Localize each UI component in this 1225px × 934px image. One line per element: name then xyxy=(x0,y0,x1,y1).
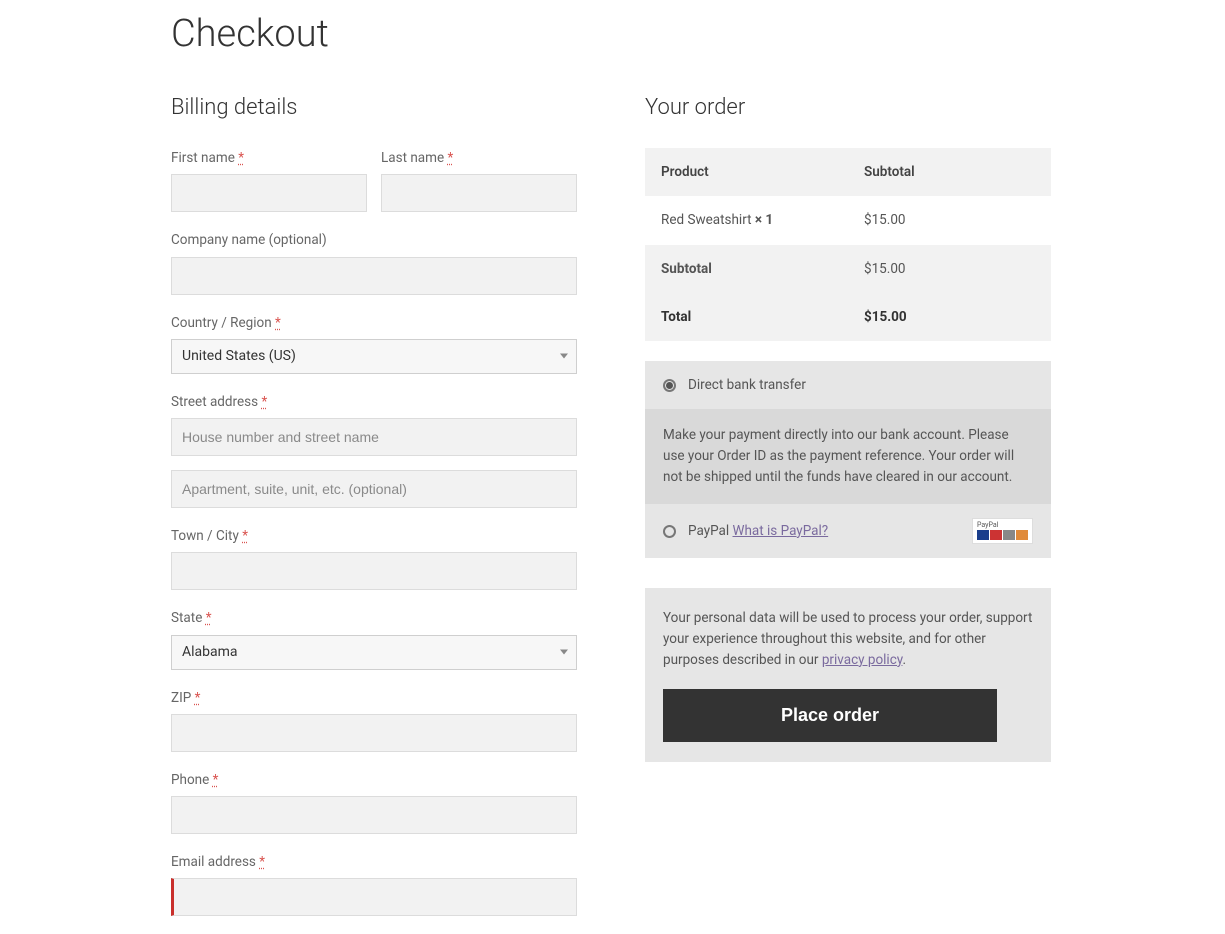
order-header-product: Product xyxy=(645,148,848,196)
required-icon: * xyxy=(213,772,219,788)
phone-label: Phone * xyxy=(171,770,577,790)
last-name-input[interactable] xyxy=(381,174,577,212)
order-total-label: Total xyxy=(645,293,848,341)
required-icon: * xyxy=(242,528,248,544)
country-label: Country / Region * xyxy=(171,313,577,333)
country-select[interactable]: United States (US) xyxy=(171,339,577,374)
privacy-policy-link[interactable]: privacy policy xyxy=(822,652,903,668)
payment-bacs-label: Direct bank transfer xyxy=(688,375,806,395)
payment-paypal-label: PayPal xyxy=(688,523,733,539)
state-label: State * xyxy=(171,608,577,628)
discover-icon xyxy=(1016,530,1028,540)
order-item-row: Red Sweatshirt × 1 $15.00 xyxy=(645,196,1051,244)
order-item-subtotal: $15.00 xyxy=(848,196,1051,244)
payment-methods: Direct bank transfer Make your payment d… xyxy=(645,361,1051,558)
order-subtotal-value: $15.00 xyxy=(848,245,1051,293)
radio-icon xyxy=(663,525,676,538)
payment-option-paypal[interactable]: PayPal What is PayPal? PayPal xyxy=(645,504,1051,558)
city-label: Town / City * xyxy=(171,526,577,546)
order-header-subtotal: Subtotal xyxy=(848,148,1051,196)
street-input[interactable] xyxy=(171,418,577,456)
place-order-button[interactable]: Place order xyxy=(663,689,997,742)
city-input[interactable] xyxy=(171,552,577,590)
phone-input[interactable] xyxy=(171,796,577,834)
zip-label: ZIP * xyxy=(171,688,577,708)
order-table: Product Subtotal Red Sweatshirt × 1 $15.… xyxy=(645,148,1051,341)
required-icon: * xyxy=(261,394,267,410)
required-icon: * xyxy=(195,690,201,706)
billing-heading: Billing details xyxy=(171,91,577,124)
order-item-name: Red Sweatshirt × 1 xyxy=(645,196,848,244)
order-subtotal-row: Subtotal $15.00 xyxy=(645,245,1051,293)
street-label: Street address * xyxy=(171,392,577,412)
email-label: Email address * xyxy=(171,852,577,872)
last-name-label: Last name * xyxy=(381,148,577,168)
payment-option-bacs[interactable]: Direct bank transfer xyxy=(645,361,1051,409)
order-total-value: $15.00 xyxy=(848,293,1051,341)
page-title: Checkout xyxy=(171,6,1031,63)
country-selected-value: United States (US) xyxy=(182,348,296,364)
company-label: Company name (optional) xyxy=(171,230,577,250)
radio-icon xyxy=(663,379,676,392)
visa-icon xyxy=(977,530,989,540)
street2-input[interactable] xyxy=(171,470,577,508)
required-icon: * xyxy=(448,150,454,166)
required-icon: * xyxy=(206,610,212,626)
payment-bacs-description: Make your payment directly into our bank… xyxy=(645,409,1051,504)
privacy-text: Your personal data will be used to proce… xyxy=(663,608,1033,671)
zip-input[interactable] xyxy=(171,714,577,752)
state-selected-value: Alabama xyxy=(182,644,238,660)
place-order-box: Your personal data will be used to proce… xyxy=(645,588,1051,762)
company-input[interactable] xyxy=(171,257,577,295)
required-icon: * xyxy=(259,854,265,870)
paypal-card-icons: PayPal xyxy=(972,518,1033,544)
state-select[interactable]: Alabama xyxy=(171,635,577,670)
order-subtotal-label: Subtotal xyxy=(645,245,848,293)
mastercard-icon xyxy=(990,530,1002,540)
email-input[interactable] xyxy=(171,878,577,916)
what-is-paypal-link[interactable]: What is PayPal? xyxy=(733,523,829,539)
amex-icon xyxy=(1003,530,1015,540)
order-heading: Your order xyxy=(645,91,1051,124)
order-item-qty: × 1 xyxy=(755,212,773,228)
order-total-row: Total $15.00 xyxy=(645,293,1051,341)
first-name-input[interactable] xyxy=(171,174,367,212)
first-name-label: First name * xyxy=(171,148,367,168)
required-icon: * xyxy=(238,150,244,166)
required-icon: * xyxy=(275,315,281,331)
